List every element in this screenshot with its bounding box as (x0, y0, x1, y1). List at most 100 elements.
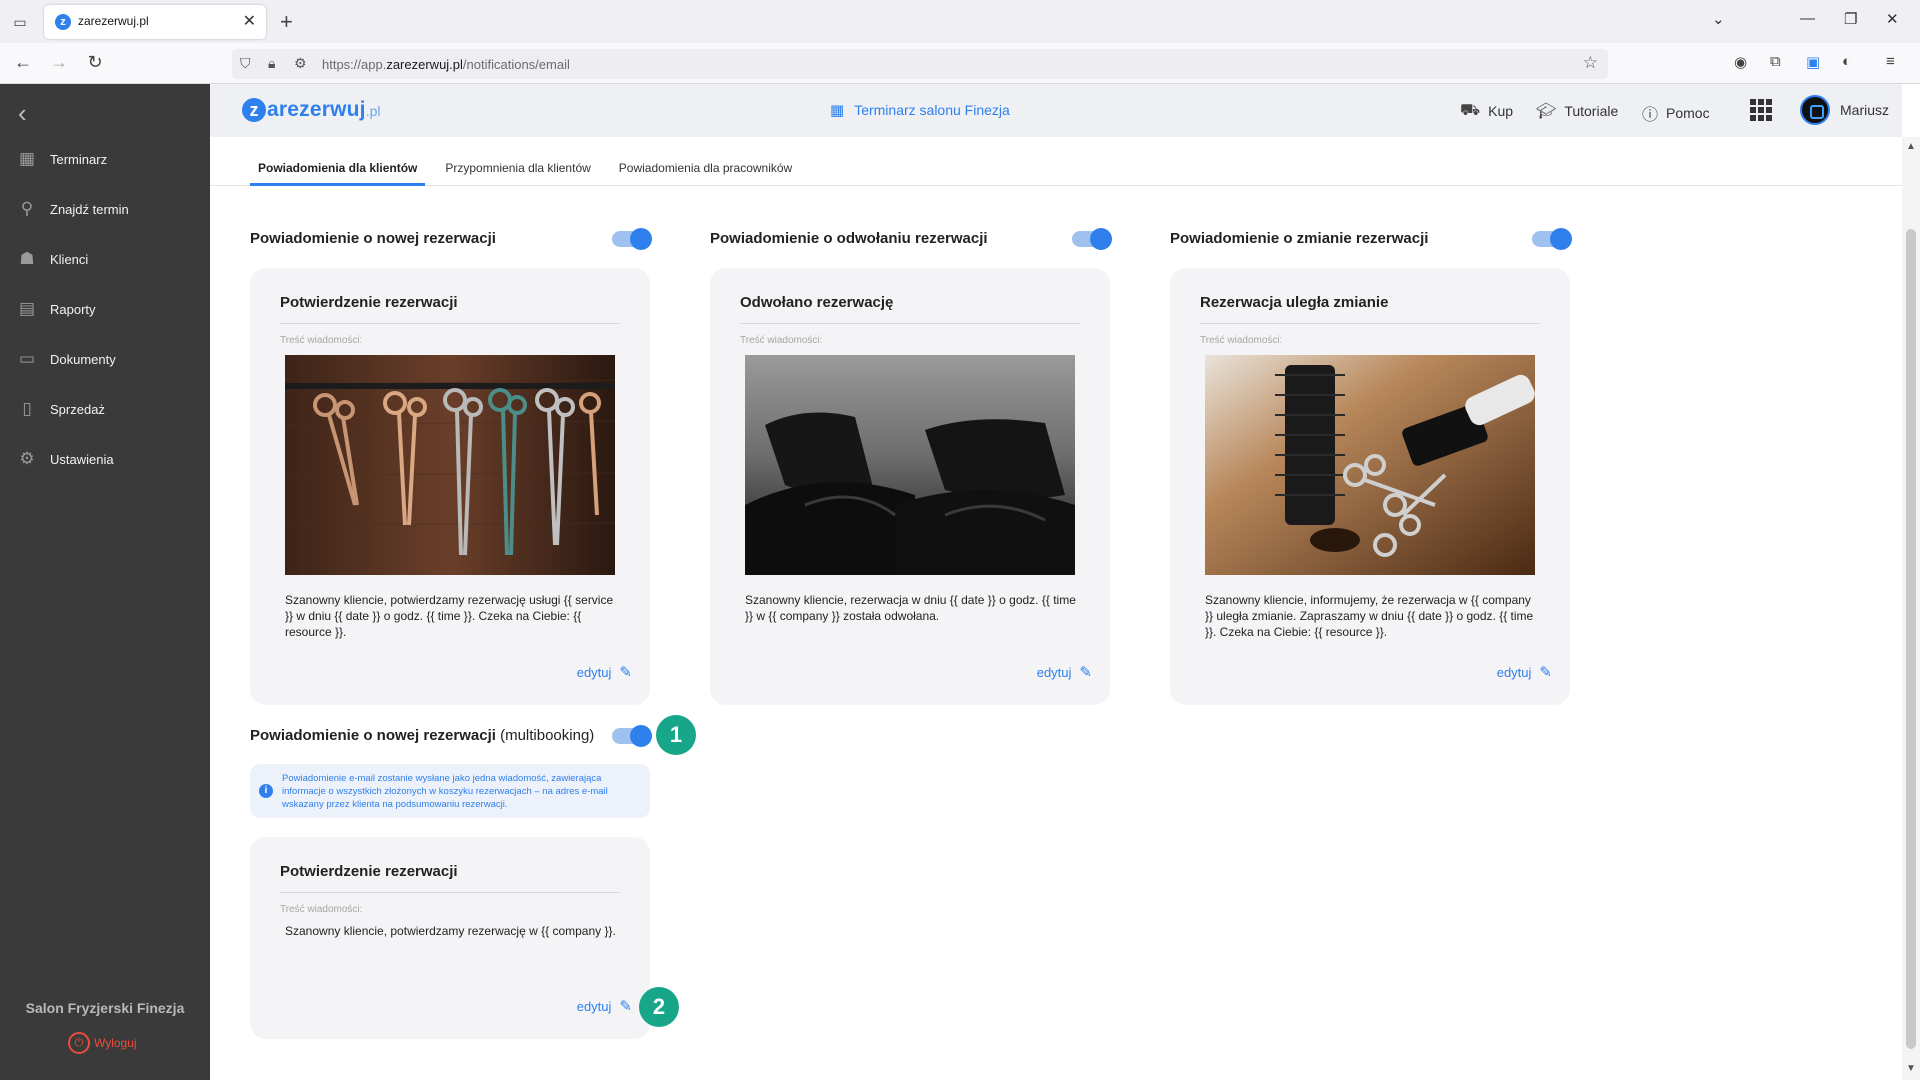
multibooking-title: Powiadomienie o nowej rezerwacji (250, 727, 496, 744)
search-icon: ⚲ (20, 199, 34, 218)
notification-card-change: Rezerwacja uległa zmianie Treść wiadomoś… (1170, 268, 1570, 705)
salon-name: Salon Fryzjerski Finezja (25, 1000, 185, 1016)
message-preview: Szanowny kliencie, informujemy, że rezer… (1205, 593, 1534, 639)
buy-link[interactable]: ⛟ Kup (1460, 101, 1513, 121)
user-name[interactable]: Mariusz (1840, 102, 1889, 118)
card-divider (740, 323, 1080, 324)
toggle-cancellation[interactable] (1072, 228, 1112, 250)
forward-icon[interactable]: → (48, 52, 70, 73)
avatar[interactable] (1800, 95, 1830, 125)
step-badge-2: 2 (639, 987, 679, 1027)
app-header: z arezerwuj .pl ▦ Terminarz salonu Finez… (210, 84, 1902, 137)
toggle-multibooking[interactable] (612, 725, 652, 747)
tab-list-icon[interactable]: ▭ (10, 12, 30, 32)
content-label: Treść wiadomości: (1200, 335, 1283, 346)
info-text: Powiadomienie e-mail zostanie wysłane ja… (282, 773, 608, 810)
sidebar-item-ustawienia[interactable]: ⚙ Ustawienia (16, 446, 196, 472)
message-preview: Szanowny kliencie, rezerwacja w dniu {{ … (745, 593, 1076, 623)
browser-tab[interactable]: z zarezerwuj.pl ✕ (44, 5, 266, 39)
card-divider (1200, 323, 1540, 324)
scroll-thumb[interactable] (1906, 229, 1916, 1049)
bookmark-star-icon[interactable]: ☆ (1583, 53, 1598, 73)
close-tab-icon[interactable]: ✕ (243, 11, 256, 31)
edit-button[interactable]: edytuj ✎ (577, 997, 632, 1015)
salon-chairs-photo (745, 355, 1075, 575)
extensions-icon[interactable]: ⧉ (1770, 53, 1781, 70)
account-icon[interactable]: ◉ (1734, 53, 1747, 71)
section-title-change: Powiadomienie o zmianie rezerwacji (1170, 230, 1429, 247)
card-divider (280, 892, 620, 893)
page-scrollbar[interactable]: ▲ ▼ (1902, 137, 1920, 1080)
calendar-selector[interactable]: ▦ Terminarz salonu Finezja (830, 101, 1010, 119)
url-text[interactable]: https://app.zarezerwuj.pl/notifications/… (322, 57, 570, 72)
permissions-icon[interactable]: ⚙ (294, 55, 307, 72)
extension-icon[interactable]: ◐ (1842, 53, 1851, 70)
info-box: i Powiadomienie e-mail zostanie wysłane … (250, 764, 650, 818)
browser-tab-title: zarezerwuj.pl (78, 14, 149, 28)
tab-client-notifications[interactable]: Powiadomienia dla klientów (250, 152, 426, 186)
menu-icon[interactable]: ≡ (1886, 53, 1895, 70)
card-title: Odwołano rezerwację (740, 294, 894, 311)
scroll-down-icon[interactable]: ▼ (1906, 1063, 1916, 1074)
multibooking-suffix: (multibooking) (500, 727, 595, 744)
edit-label: edytuj (1036, 664, 1072, 680)
graduation-cap-icon: 🎓︎ (1536, 103, 1557, 120)
sidebar-item-klienci[interactable]: ☗ Klienci (16, 246, 196, 272)
edit-label: edytuj (576, 664, 612, 680)
sidebar-item-sprzedaz[interactable]: ▯ Sprzedaż (16, 396, 196, 422)
edit-button[interactable]: edytuj ✎ (577, 663, 632, 681)
sidebar-item-label: Klienci (50, 251, 89, 267)
calendar-icon: ▦ (830, 102, 845, 119)
section-title-new-reservation: Powiadomienie o nowej rezerwacji (250, 230, 496, 247)
help-label: Pomoc (1666, 105, 1710, 121)
reload-icon[interactable]: ↻ (84, 52, 106, 73)
tab-overflow-icon[interactable]: ⌄ (1712, 10, 1725, 28)
report-icon: ▤ (18, 299, 36, 318)
tutorials-link[interactable]: 🎓︎ Tutoriale (1536, 101, 1618, 121)
logout-button[interactable]: ⏻ Wyloguj (68, 1032, 137, 1054)
browser-tab-bar: ▭ z zarezerwuj.pl ✕ + ⌄ — ❐ ✕ (0, 0, 1920, 43)
folder-icon: ▭ (18, 349, 36, 368)
help-link[interactable]: ⓘ Pomoc (1642, 101, 1710, 125)
restore-icon[interactable]: ❐ (1844, 10, 1857, 28)
notification-card-cancellation: Odwołano rezerwację Treść wiadomości: Sz… (710, 268, 1110, 705)
minimize-icon[interactable]: — (1800, 10, 1815, 27)
logo-suffix: .pl (365, 103, 381, 119)
tutorials-label: Tutoriale (1564, 103, 1619, 119)
favicon-icon: z (55, 14, 71, 30)
window-close-icon[interactable]: ✕ (1886, 10, 1899, 28)
lock-icon[interactable]: 🔒︎ (268, 55, 275, 72)
bitwarden-icon[interactable]: ▣ (1806, 53, 1820, 71)
sidebar-item-raporty[interactable]: ▤ Raporty (16, 296, 196, 322)
address-bar[interactable]: ⛉ 🔒︎ ⚙ https://app.zarezerwuj.pl/notific… (232, 49, 1608, 79)
scroll-up-icon[interactable]: ▲ (1906, 141, 1916, 152)
sidebar: ‹ ▦ Terminarz ⚲ Znajdź termin ☗ Klienci … (0, 84, 210, 1080)
toggle-new-reservation[interactable] (612, 228, 652, 250)
tab-client-reminders[interactable]: Przypomnienia dla klientów (437, 152, 598, 186)
pencil-icon: ✎ (619, 998, 632, 1015)
toggle-change[interactable] (1532, 228, 1572, 250)
edit-button[interactable]: edytuj ✎ (1497, 663, 1552, 681)
calendar-name: Terminarz salonu Finezja (854, 102, 1010, 118)
shield-icon[interactable]: ⛉ (240, 55, 251, 72)
sidebar-item-label: Znajdź termin (50, 201, 129, 217)
sidebar-item-label: Raporty (50, 301, 96, 317)
app-logo[interactable]: z arezerwuj .pl (242, 98, 380, 122)
back-icon[interactable]: ← (12, 52, 34, 73)
message-preview: Szanowny kliencie, potwierdzamy rezerwac… (285, 593, 614, 639)
sidebar-item-znajdz-termin[interactable]: ⚲ Znajdź termin (16, 196, 196, 222)
basket-icon: ⛟ (1460, 102, 1481, 119)
sidebar-item-dokumenty[interactable]: ▭ Dokumenty (16, 346, 196, 372)
card-title: Potwierdzenie rezerwacji (280, 863, 458, 880)
apps-grid-icon[interactable] (1750, 99, 1772, 121)
sidebar-item-terminarz[interactable]: ▦ Terminarz (16, 146, 196, 172)
sidebar-item-label: Terminarz (50, 151, 108, 167)
content-label: Treść wiadomości: (280, 904, 363, 915)
collapse-sidebar-icon[interactable]: ‹ (18, 98, 27, 129)
new-tab-icon[interactable]: + (280, 9, 293, 35)
sidebar-item-label: Sprzedaż (50, 401, 105, 417)
edit-button[interactable]: edytuj ✎ (1037, 663, 1092, 681)
pencil-icon: ✎ (1079, 664, 1092, 681)
tab-employee-notifications[interactable]: Powiadomienia dla pracowników (611, 152, 800, 186)
buy-label: Kup (1488, 103, 1514, 119)
